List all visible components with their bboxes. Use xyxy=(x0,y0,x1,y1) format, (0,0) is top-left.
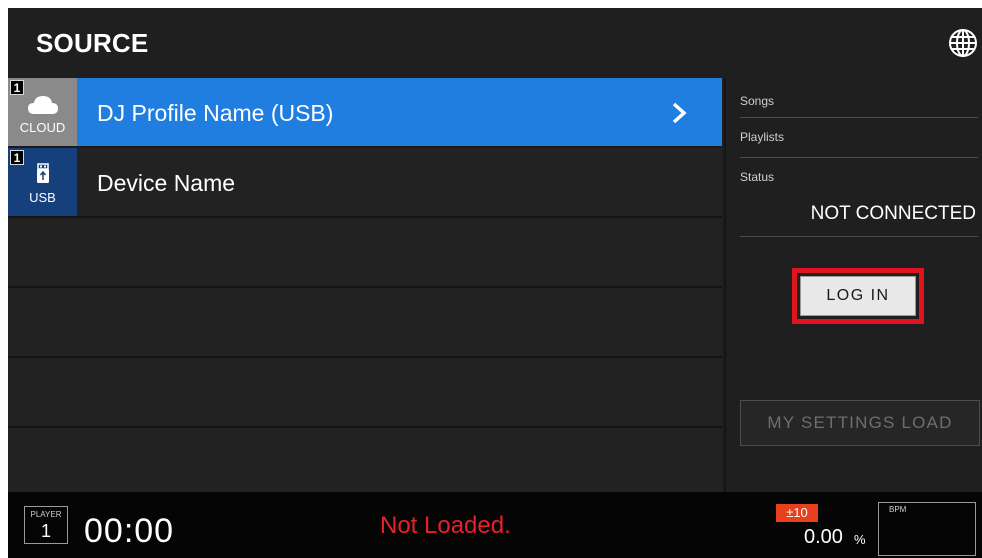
tempo-value: 0.00 xyxy=(804,526,843,548)
divider xyxy=(740,117,978,118)
source-type-label: CLOUD xyxy=(19,120,66,135)
cloud-source-tile: 1 CLOUD xyxy=(8,78,77,146)
playlists-label: Playlists xyxy=(740,130,785,144)
player-status-bar: PLAYER 1 00:00 Not Loaded. ±10 0.00 % BP… xyxy=(8,492,982,558)
time-display: 00:00 xyxy=(84,512,175,550)
usb-icon xyxy=(37,163,49,183)
usb-source-tile: 1 USB xyxy=(8,148,77,216)
source-screen: SOURCE 1 CLOUD DJ Profile Name (USB) 1 U… xyxy=(8,8,982,558)
cloud-icon xyxy=(28,96,58,114)
page-title: SOURCE xyxy=(36,28,149,58)
source-name: Device Name xyxy=(97,170,236,196)
login-button[interactable]: LOG IN xyxy=(800,276,916,316)
empty-row xyxy=(8,218,722,288)
empty-row xyxy=(8,358,722,428)
player-caption: PLAYER xyxy=(30,510,62,519)
divider xyxy=(740,236,978,237)
source-name: DJ Profile Name (USB) xyxy=(97,100,334,126)
bpm-display: BPM xyxy=(878,502,976,556)
player-indicator: PLAYER 1 xyxy=(24,506,68,544)
chevron-right-icon[interactable] xyxy=(671,102,687,124)
globe-icon[interactable] xyxy=(948,28,978,58)
source-row-cloud[interactable]: 1 CLOUD DJ Profile Name (USB) xyxy=(8,78,722,148)
header-bar: SOURCE xyxy=(8,8,982,78)
songs-label: Songs xyxy=(740,94,775,108)
player-number: 1 xyxy=(40,521,51,541)
source-row-usb[interactable]: 1 USB Device Name xyxy=(8,148,722,218)
tempo-range-badge: ±10 xyxy=(776,504,818,522)
status-label: Status xyxy=(740,170,775,184)
player-badge: 1 xyxy=(10,80,24,95)
status-value: NOT CONNECTED xyxy=(810,203,976,224)
bpm-caption: BPM xyxy=(889,505,907,514)
source-info-panel: Songs Playlists Status NOT CONNECTED LOG… xyxy=(724,78,982,492)
empty-row xyxy=(8,428,722,498)
source-list: 1 CLOUD DJ Profile Name (USB) 1 USB Devi… xyxy=(8,78,722,492)
empty-row xyxy=(8,288,722,358)
my-settings-load-button[interactable]: MY SETTINGS LOAD xyxy=(740,400,980,446)
source-type-label: USB xyxy=(29,190,56,205)
divider xyxy=(740,157,978,158)
player-badge: 1 xyxy=(10,150,24,165)
load-status: Not Loaded. xyxy=(380,512,511,539)
tempo-unit: % xyxy=(854,532,866,547)
